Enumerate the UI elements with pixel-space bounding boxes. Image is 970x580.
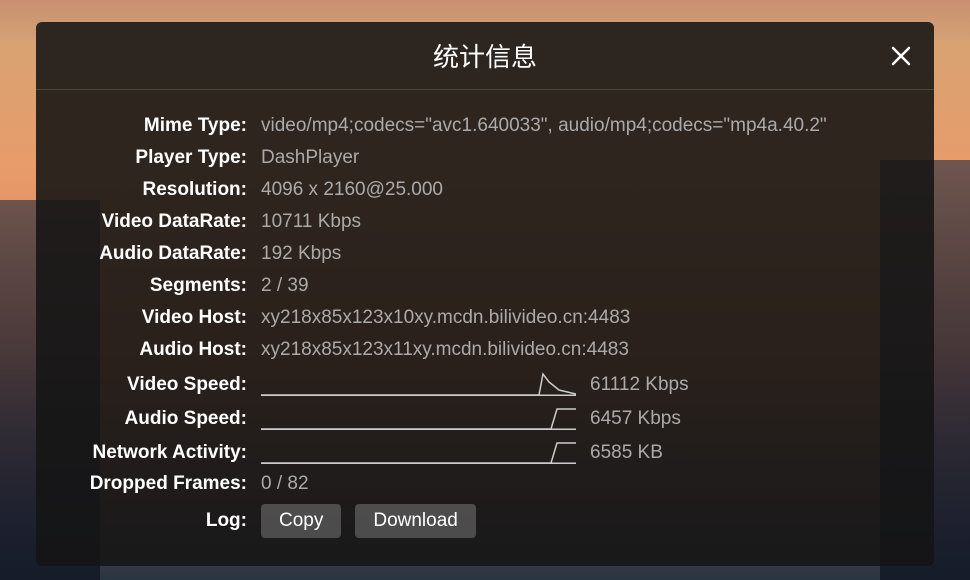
segments-row: Segments: 2 / 39 [66,274,904,298]
download-button[interactable]: Download [355,504,476,538]
segments-label: Segments: [66,275,261,297]
video-host-label: Video Host: [66,307,261,329]
network-activity-label: Network Activity: [66,442,261,464]
network-activity-chart [261,440,576,464]
audio-speed-label: Audio Speed: [66,408,261,430]
audio-speed-value: 6457 Kbps [590,408,681,430]
dropped-frames-row: Dropped Frames: 0 / 82 [66,472,904,496]
video-speed-row: Video Speed: 61112 Kbps [66,370,904,396]
log-label: Log: [66,510,261,532]
video-datarate-value: 10711 Kbps [261,211,904,233]
dropped-frames-value: 0 / 82 [261,473,904,495]
video-speed-chart [261,372,576,396]
audio-datarate-row: Audio DataRate: 192 Kbps [66,242,904,266]
segments-value: 2 / 39 [261,275,904,297]
audio-host-label: Audio Host: [66,339,261,361]
copy-button[interactable]: Copy [261,504,341,538]
video-speed-value: 61112 Kbps [590,374,689,396]
mime-type-value: video/mp4;codecs="avc1.640033", audio/mp… [261,115,904,137]
audio-host-row: Audio Host: xy218x85x123x11xy.mcdn.biliv… [66,338,904,362]
resolution-row: Resolution: 4096 x 2160@25.000 [66,178,904,202]
player-type-row: Player Type: DashPlayer [66,146,904,170]
mime-type-label: Mime Type: [66,115,261,137]
resolution-label: Resolution: [66,179,261,201]
close-icon [889,44,913,68]
player-type-value: DashPlayer [261,147,904,169]
modal-title: 统计信息 [433,37,537,74]
video-datarate-label: Video DataRate: [66,211,261,233]
stats-modal: 统计信息 Mime Type: video/mp4;codecs="avc1.6… [36,22,934,566]
audio-speed-chart [261,406,576,430]
dropped-frames-label: Dropped Frames: [66,473,261,495]
network-activity-row: Network Activity: 6585 KB [66,438,904,464]
log-row: Log: Copy Download [66,504,904,538]
video-host-row: Video Host: xy218x85x123x10xy.mcdn.biliv… [66,306,904,330]
audio-speed-row: Audio Speed: 6457 Kbps [66,404,904,430]
modal-body: Mime Type: video/mp4;codecs="avc1.640033… [36,90,934,558]
audio-datarate-label: Audio DataRate: [66,243,261,265]
player-type-label: Player Type: [66,147,261,169]
modal-header: 统计信息 [36,22,934,90]
audio-datarate-value: 192 Kbps [261,243,904,265]
audio-host-value: xy218x85x123x11xy.mcdn.bilivideo.cn:4483 [261,339,904,361]
network-activity-value: 6585 KB [590,442,663,464]
resolution-value: 4096 x 2160@25.000 [261,179,904,201]
video-datarate-row: Video DataRate: 10711 Kbps [66,210,904,234]
mime-type-row: Mime Type: video/mp4;codecs="avc1.640033… [66,114,904,138]
video-host-value: xy218x85x123x10xy.mcdn.bilivideo.cn:4483 [261,307,904,329]
close-button[interactable] [888,43,914,69]
video-speed-label: Video Speed: [66,374,261,396]
